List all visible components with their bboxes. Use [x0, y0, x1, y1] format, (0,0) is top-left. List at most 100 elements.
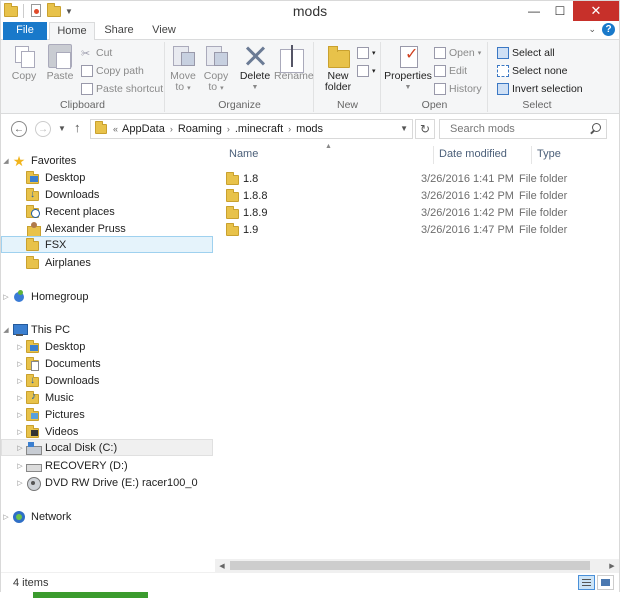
new-folder-button[interactable]: New folder: [319, 44, 357, 93]
collapsed-arrow-icon[interactable]: ▷: [15, 394, 25, 402]
nav-favorites-recent[interactable]: Recent places: [1, 203, 213, 220]
nav-pc-downloads[interactable]: ▷ Downloads: [1, 372, 213, 389]
copy-path-button[interactable]: Copy path: [81, 63, 144, 78]
nav-pc-videos[interactable]: ▷ Videos: [1, 423, 213, 440]
select-group: Select all Select none Invert selection …: [489, 42, 585, 112]
rename-button[interactable]: Rename: [274, 44, 314, 82]
refresh-button[interactable]: ↻: [415, 119, 435, 139]
collapsed-arrow-icon[interactable]: ▷: [1, 293, 11, 301]
minimize-button[interactable]: —: [521, 1, 547, 21]
tab-share[interactable]: Share: [98, 22, 140, 40]
horizontal-scrollbar[interactable]: ◀ ▶: [215, 559, 619, 572]
search-box[interactable]: [439, 119, 607, 139]
collapsed-arrow-icon[interactable]: ▷: [15, 377, 25, 385]
nav-pc-desktop[interactable]: ▷ Desktop: [1, 338, 213, 355]
nav-pc-documents[interactable]: ▷ Documents: [1, 355, 213, 372]
breadcrumb-item[interactable]: mods: [296, 123, 323, 135]
paste-button[interactable]: Paste: [43, 44, 77, 82]
search-input[interactable]: [440, 123, 580, 135]
chevron-right-icon[interactable]: ›: [170, 124, 173, 134]
move-to-button[interactable]: Move to ▾: [168, 44, 198, 94]
breadcrumb-overflow[interactable]: «: [113, 124, 118, 134]
details-view-button[interactable]: [578, 575, 595, 590]
qat-dropdown-icon[interactable]: ▼: [64, 7, 74, 16]
nav-this-pc[interactable]: ◢ This PC: [1, 321, 213, 338]
chevron-down-icon[interactable]: ⌄: [588, 24, 596, 35]
collapsed-arrow-icon[interactable]: ▷: [15, 444, 25, 452]
nav-favorites[interactable]: ◢ ★ Favorites: [1, 152, 213, 169]
scroll-left-icon[interactable]: ◀: [215, 559, 229, 572]
recent-locations-dropdown-icon[interactable]: ▼: [58, 124, 66, 133]
column-divider[interactable]: [433, 146, 434, 164]
large-icons-view-button[interactable]: [597, 575, 614, 590]
delete-dropdown-icon[interactable]: ▼: [238, 82, 272, 93]
new-item-button[interactable]: ▾: [357, 45, 376, 60]
table-row[interactable]: 1.8.9 3/26/2016 1:42 PM File folder: [225, 204, 605, 221]
properties-button[interactable]: Properties ▼: [384, 44, 432, 93]
collapsed-arrow-icon[interactable]: ▷: [15, 428, 25, 436]
breadcrumb-item[interactable]: .minecraft: [235, 123, 283, 135]
collapsed-arrow-icon[interactable]: ▷: [15, 462, 25, 470]
table-row[interactable]: 1.8 3/26/2016 1:41 PM File folder: [225, 170, 605, 187]
open-button[interactable]: Open ▾: [434, 45, 481, 60]
back-button[interactable]: ←: [11, 121, 27, 137]
nav-favorites-desktop[interactable]: Desktop: [1, 169, 213, 186]
copy-button[interactable]: Copy: [7, 44, 41, 82]
table-row[interactable]: 1.9 3/26/2016 1:47 PM File folder: [225, 221, 605, 238]
nav-pc-recovery[interactable]: ▷ RECOVERY (D:): [1, 457, 213, 474]
chevron-right-icon[interactable]: ›: [227, 124, 230, 134]
new-folder-icon[interactable]: [46, 3, 62, 19]
collapsed-arrow-icon[interactable]: ▷: [15, 360, 25, 368]
maximize-button[interactable]: ☐: [547, 1, 573, 21]
breadcrumb-item[interactable]: AppData: [122, 123, 165, 135]
select-none-button[interactable]: Select none: [497, 63, 567, 78]
search-icon[interactable]: [589, 123, 601, 135]
scrollbar-thumb[interactable]: [230, 561, 590, 570]
edit-button[interactable]: Edit: [434, 63, 467, 78]
column-header-name[interactable]: Name: [229, 148, 258, 162]
scroll-right-icon[interactable]: ▶: [605, 559, 619, 572]
cut-button[interactable]: ✂ Cut: [81, 45, 112, 60]
nav-favorites-user[interactable]: Alexander Pruss: [1, 220, 213, 238]
column-divider[interactable]: [531, 146, 532, 164]
properties-icon[interactable]: [28, 3, 44, 19]
collapsed-arrow-icon[interactable]: ▷: [15, 411, 25, 419]
easy-access-button[interactable]: ▾: [357, 63, 376, 78]
nav-network[interactable]: ▷ Network: [1, 508, 213, 525]
nav-homegroup[interactable]: ▷ Homegroup: [1, 288, 213, 305]
column-header-type[interactable]: Type: [537, 148, 561, 162]
tab-file[interactable]: File: [3, 22, 47, 40]
address-dropdown-icon[interactable]: ▼: [400, 124, 408, 133]
nav-pc-dvd[interactable]: ▷ DVD RW Drive (E:) racer100_0: [1, 474, 213, 491]
address-bar[interactable]: « AppData › Roaming › .minecraft › mods …: [90, 119, 413, 139]
nav-favorites-airplanes[interactable]: Airplanes: [1, 254, 213, 271]
copy-to-button[interactable]: Copy to ▾: [200, 44, 232, 94]
nav-pc-pictures[interactable]: ▷ Pictures: [1, 406, 213, 423]
delete-button[interactable]: Delete ▼: [238, 44, 272, 93]
properties-dropdown-icon[interactable]: ▼: [384, 82, 432, 93]
nav-pc-music[interactable]: ▷ Music: [1, 389, 213, 406]
chevron-right-icon[interactable]: ›: [288, 124, 291, 134]
nav-favorites-downloads[interactable]: Downloads: [1, 186, 213, 203]
up-arrow-icon[interactable]: ↑: [74, 120, 81, 135]
expanded-arrow-icon[interactable]: ◢: [1, 326, 11, 334]
select-all-button[interactable]: Select all: [497, 45, 555, 60]
invert-selection-button[interactable]: Invert selection: [497, 81, 583, 96]
nav-pc-local-disk[interactable]: ▷ Local Disk (C:): [1, 439, 213, 456]
collapsed-arrow-icon[interactable]: ▷: [15, 343, 25, 351]
column-header-date[interactable]: Date modified: [439, 148, 507, 162]
breadcrumb-item[interactable]: Roaming: [178, 123, 222, 135]
title-bar[interactable]: ▼ mods — ☐ ✕: [1, 1, 619, 22]
paste-shortcut-button[interactable]: Paste shortcut: [81, 81, 163, 96]
collapsed-arrow-icon[interactable]: ▷: [1, 513, 11, 521]
tab-view[interactable]: View: [144, 22, 184, 40]
history-button[interactable]: History: [434, 81, 482, 96]
expanded-arrow-icon[interactable]: ◢: [1, 157, 11, 165]
forward-button[interactable]: →: [35, 121, 51, 137]
nav-favorites-fsx[interactable]: FSX: [1, 236, 213, 253]
tab-home[interactable]: Home: [49, 22, 95, 41]
collapsed-arrow-icon[interactable]: ▷: [15, 479, 25, 487]
help-icon[interactable]: ?: [602, 23, 615, 36]
close-button[interactable]: ✕: [573, 1, 619, 21]
table-row[interactable]: 1.8.8 3/26/2016 1:42 PM File folder: [225, 187, 605, 204]
